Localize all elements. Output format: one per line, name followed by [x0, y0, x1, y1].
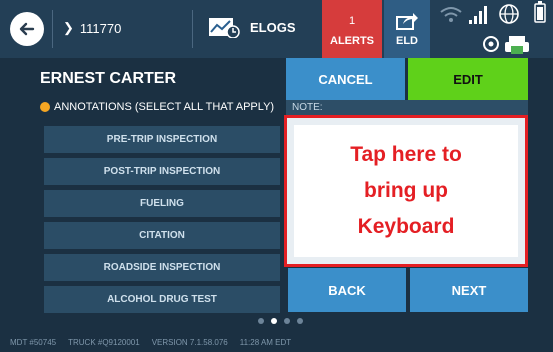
page-dot[interactable] — [284, 318, 290, 324]
keyboard-hint-line-3: Keyboard — [357, 215, 455, 238]
page-dot-active[interactable] — [271, 318, 277, 324]
annotations-heading-text: ANNOTATIONS (SELECT ALL THAT APPLY) — [54, 101, 275, 113]
edit-button[interactable]: EDIT — [408, 58, 528, 100]
status-icons — [431, 0, 553, 58]
note-input-area[interactable]: Tap here to bring up Keyboard — [294, 125, 518, 257]
next-button[interactable]: NEXT — [410, 268, 528, 312]
annotation-option-roadside-inspection[interactable]: ROADSIDE INSPECTION — [44, 254, 280, 281]
share-icon — [396, 13, 418, 30]
mdt-number: MDT #50745 — [10, 338, 57, 347]
driver-name: ERNEST CARTER — [40, 70, 177, 87]
arrow-left-icon — [19, 22, 35, 36]
required-dot-icon — [40, 102, 50, 112]
annotation-option-post-trip[interactable]: POST-TRIP INSPECTION — [44, 158, 280, 185]
app-version: VERSION 7.1.58.076 — [151, 338, 228, 347]
eld-button[interactable]: ELD — [384, 0, 430, 58]
footer-status: MDT #50745 TRUCK #Q9120001 VERSION 7.1.5… — [10, 338, 291, 347]
globe-icon — [499, 4, 519, 24]
battery-icon — [534, 1, 546, 23]
page-dot[interactable] — [258, 318, 264, 324]
keyboard-hint-line-1: Tap here to — [350, 143, 462, 166]
note-label: NOTE: — [286, 100, 528, 116]
wifi-icon — [440, 7, 462, 22]
signal-icon — [469, 6, 487, 24]
elogs-button[interactable]: ELOGS — [208, 16, 296, 38]
annotation-option-alcohol-drug-test[interactable]: ALCOHOL DRUG TEST — [44, 286, 280, 313]
annotation-option-fueling[interactable]: FUELING — [44, 190, 280, 217]
truck-number: 111770 — [79, 20, 122, 36]
annotations-heading: ANNOTATIONS (SELECT ALL THAT APPLY) — [40, 101, 274, 113]
current-time: 11:28 AM EDT — [239, 338, 292, 347]
divider — [192, 10, 193, 48]
alerts-count: 1 — [348, 15, 356, 27]
sync-gear-icon — [483, 36, 499, 52]
printer-icon — [505, 36, 529, 54]
truck-id: TRUCK #Q9120001 — [68, 338, 140, 347]
elogs-label: ELOGS — [250, 19, 296, 35]
keyboard-hint: Tap here to bring up Keyboard — [350, 137, 462, 245]
alerts-button[interactable]: 1 ALERTS — [322, 0, 382, 58]
back-arrow-button[interactable] — [10, 12, 44, 46]
alerts-label: ALERTS — [330, 35, 374, 47]
cancel-button[interactable]: CANCEL — [286, 58, 405, 100]
chevron-right-icon: ❯ — [63, 20, 74, 35]
truck-selector[interactable]: ❯ 111770 — [63, 20, 121, 36]
page-indicator — [258, 318, 303, 324]
annotation-list: PRE-TRIP INSPECTION POST-TRIP INSPECTION… — [44, 126, 280, 316]
page-dot[interactable] — [297, 318, 303, 324]
elogs-icon — [209, 18, 240, 38]
keyboard-hint-line-2: bring up — [364, 179, 448, 202]
annotation-option-pre-trip[interactable]: PRE-TRIP INSPECTION — [44, 126, 280, 153]
eld-label: ELD — [396, 35, 418, 47]
divider — [52, 10, 53, 48]
back-button[interactable]: BACK — [288, 268, 406, 312]
annotation-option-citation[interactable]: CITATION — [44, 222, 280, 249]
note-textarea[interactable]: Tap here to bring up Keyboard — [284, 115, 528, 267]
